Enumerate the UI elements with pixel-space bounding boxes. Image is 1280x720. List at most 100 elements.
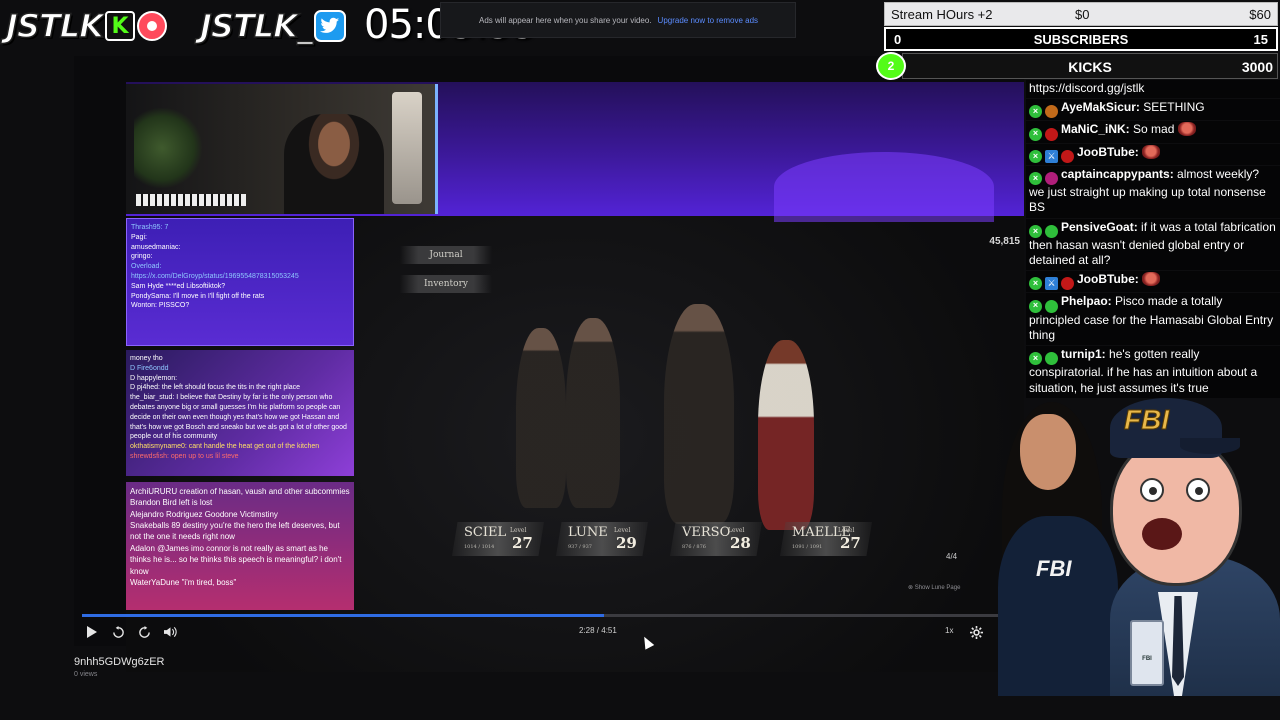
playback-speed-button[interactable]: 1x (945, 626, 953, 635)
list-item: ArchiURURU creation of hasan, vaush and … (130, 487, 350, 496)
user-badge-icon (1045, 299, 1058, 313)
volume-button[interactable] (162, 624, 178, 640)
chat-username: AyeMakSicur: (1061, 100, 1140, 115)
list-item: Thrash95: 7 (131, 224, 169, 231)
list-item: Wonton: PISSCO? (131, 302, 190, 310)
stream-hours-start: $0 (1075, 6, 1090, 22)
kick-platform-icon: × (1029, 127, 1042, 141)
chat-message: × ⚔ JooBTube: (1026, 271, 1280, 293)
list-item: D Fire6ondd (130, 364, 169, 372)
kick-platform-icon: × (1029, 149, 1042, 163)
user-badge-icon (1061, 149, 1074, 163)
ad-banner: Ads will appear here when you share your… (440, 2, 796, 38)
list-item: Adalon @James imo connor is not really a… (130, 543, 342, 576)
record-icon (136, 11, 167, 41)
list-item: D happylemon: (130, 374, 178, 382)
kicks-label: KICKS (1068, 59, 1112, 75)
kicks-current: 2 (876, 52, 906, 80)
video-time: 2:28 / 4:51 (579, 626, 617, 635)
kick-platform-icon: × (1029, 352, 1042, 366)
stream-hours-end: $60 (1249, 6, 1271, 22)
fbi-jacket-label: FBI (1036, 556, 1072, 581)
moderator-sword-icon: ⚔ (1045, 149, 1058, 163)
plants-image (134, 108, 204, 188)
chat-username: MaNiC_iNK: (1061, 122, 1130, 137)
discord-link[interactable]: https://discord.gg/jstlk (1029, 81, 1144, 95)
fbi-id-badge: FBI (1130, 620, 1164, 686)
party-counter: 4/4 (946, 552, 958, 561)
game-hint: ⊗ Show Lune Page (908, 585, 961, 591)
mad-emote-icon (1142, 144, 1161, 159)
play-icon (87, 626, 97, 638)
character-figure (516, 328, 566, 508)
character-figure (566, 318, 620, 508)
user-badge-icon (1045, 352, 1058, 366)
overlay-chat-panel-3: ArchiURURU creation of hasan, vaush and … (126, 482, 354, 610)
chat-username: captaincappypants: (1061, 166, 1174, 181)
stream-hours-label: Stream HOurs +2 (891, 6, 993, 22)
list-item: the_biar_stud: I believe that Destiny by… (130, 394, 347, 441)
settings-button[interactable] (968, 624, 984, 640)
chat-text: So mad (1133, 122, 1175, 137)
overlay-chat: Thrash95: 7 Pagi: amusedmaniac: gringo: … (126, 218, 354, 610)
play-button[interactable] (84, 624, 100, 640)
subscribers-target: 15 (1253, 31, 1268, 47)
chat-username: JooBTube: (1077, 144, 1139, 159)
video-title[interactable]: 9nhh5GDWg6zER (74, 656, 165, 668)
eye-icon (1140, 478, 1164, 502)
character-card-sciel[interactable]: SCIEL 1014 / 1014 Level 27 (452, 522, 544, 556)
mad-emote-icon (1177, 122, 1196, 137)
character-card-verso[interactable]: VERSO 876 / 876 Level 28 (670, 522, 762, 556)
rewind-icon (112, 625, 124, 638)
video-progress-fill (82, 614, 605, 617)
user-badge-icon (1061, 277, 1074, 291)
character-figure (664, 304, 734, 524)
kick-platform-icon: × (1029, 224, 1042, 238)
subscribers-label: SUBSCRIBERS (1033, 31, 1129, 47)
chat-username: turnip1: (1061, 347, 1106, 362)
stream-stats: Stream HOurs +2 $0 $60 0 SUBSCRIBERS 15 … (876, 2, 1278, 80)
video-player[interactable]: Thrash95: 7 Pagi: amusedmaniac: gringo: … (74, 56, 1024, 672)
kick-platform-icon: × (1029, 172, 1042, 186)
list-item: money tho (130, 355, 163, 362)
lamp-image (392, 92, 422, 204)
mad-emote-icon (1142, 272, 1161, 287)
video-views: 0 views (74, 671, 98, 678)
chat-message: × ⚔ JooBTube: (1026, 143, 1280, 165)
keyboard-image (136, 194, 246, 206)
chat-message: × Phelpao: Pisco made a totally principle… (1026, 293, 1280, 346)
character-figure (758, 340, 814, 530)
upgrade-link[interactable]: Upgrade now to remove ads (658, 16, 759, 25)
chat-username: PensiveGoat: (1061, 219, 1138, 234)
list-item: WaterYaDune "i'm tired, boss" (130, 577, 237, 587)
forward-icon (138, 625, 150, 638)
forward-button[interactable] (136, 624, 152, 640)
chat-panel: https://discord.gg/jstlk × AyeMakSicur: S… (1026, 80, 1280, 398)
video-progress-bar[interactable] (82, 614, 1018, 617)
inventory-button[interactable]: Inventory (400, 275, 492, 293)
list-item: Alejandro Rodriguez Goodone Victimstiny (130, 509, 278, 519)
chat-message: × captaincappypants: almost weekly? we ju… (1026, 165, 1280, 218)
subscribers-goal: 0 SUBSCRIBERS 15 (884, 27, 1278, 51)
score-counter: 45,815 (989, 236, 1020, 247)
kicks-goal: 2 KICKS 3000 (876, 52, 1278, 80)
gear-icon (969, 625, 983, 639)
eye-icon (1186, 478, 1210, 502)
brand-handle: JSTLK_ (199, 6, 313, 46)
twitter-bird-icon (313, 10, 346, 42)
character-card-maelle[interactable]: MAELLE 1091 / 1091 Level 27 (780, 522, 872, 556)
video-frame[interactable]: Thrash95: 7 Pagi: amusedmaniac: gringo: … (126, 82, 1024, 672)
kicks-target: 3000 (1241, 59, 1273, 75)
overlay-chat-panel-1: Thrash95: 7 Pagi: amusedmaniac: gringo: … (126, 218, 354, 346)
chat-username: Phelpao: (1061, 294, 1112, 309)
list-item: Sam Hyde ****ed Libsoftiktok? (131, 282, 226, 290)
rewind-button[interactable] (110, 624, 126, 640)
chat-message: × PensiveGoat: if it was a total fabricat… (1026, 218, 1280, 271)
kick-platform-icon: × (1029, 105, 1042, 119)
webcam-feed (126, 84, 438, 214)
list-item: shrewdsfish: open up to us lil steve (130, 452, 239, 460)
brand-logo-twitter: JSTLK_ (199, 6, 346, 46)
journal-button[interactable]: Journal (400, 246, 492, 264)
character-card-lune[interactable]: LUNE 937 / 937 Level 29 (556, 522, 648, 556)
volume-icon (163, 626, 177, 638)
